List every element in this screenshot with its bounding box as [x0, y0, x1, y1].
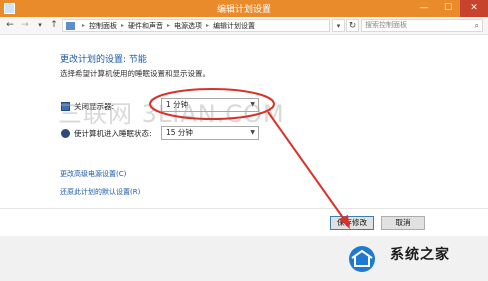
breadcrumb-separator-icon: ▸ [206, 22, 210, 29]
back-button[interactable]: ← [4, 19, 16, 31]
recent-locations-button[interactable]: ▾ [34, 19, 46, 31]
breadcrumb[interactable]: ▸ 控制面板 ▸ 硬件和声音 ▸ 电源选项 ▸ 编辑计划设置 [62, 19, 330, 32]
minimize-button[interactable]: — [412, 0, 436, 17]
sleep-label: 使计算机进入睡眠状态: [74, 129, 152, 138]
logo-text: 系统之家 [390, 247, 450, 263]
search-input[interactable]: 搜索控制面板 ⌕ [361, 19, 483, 32]
address-dropdown-button[interactable]: ▾ [332, 19, 345, 32]
watermark: 三联网 3LIAN.COM [58, 100, 285, 128]
maximize-button[interactable]: ☐ [436, 0, 460, 17]
address-bar: ← → ▾ ↑ ▸ 控制面板 ▸ 硬件和声音 ▸ 电源选项 ▸ 编辑计划设置 ▾… [0, 17, 488, 35]
restore-defaults-link[interactable]: 还原此计划的默认设置(R) [60, 187, 140, 197]
forward-button[interactable]: → [19, 19, 31, 31]
breadcrumb-item[interactable]: 编辑计划设置 [213, 21, 255, 31]
close-button[interactable]: ✕ [460, 0, 488, 17]
sleep-moon-icon [61, 129, 70, 138]
save-changes-button[interactable]: 保存修改 [330, 216, 374, 230]
breadcrumb-item[interactable]: 控制面板 [89, 21, 117, 31]
breadcrumb-item[interactable]: 电源选项 [174, 21, 202, 31]
page-subtitle: 选择希望计算机使用的睡眠设置和显示设置。 [60, 69, 210, 78]
search-placeholder: 搜索控制面板 [365, 21, 407, 29]
breadcrumb-separator-icon: ▸ [82, 22, 86, 29]
footer-divider [0, 208, 488, 209]
title-bar: 编辑计划设置 — ☐ ✕ [0, 0, 488, 17]
control-panel-icon [66, 21, 75, 30]
breadcrumb-item[interactable]: 硬件和声音 [128, 21, 163, 31]
up-button[interactable]: ↑ [48, 19, 60, 31]
advanced-power-settings-link[interactable]: 更改高级电源设置(C) [60, 169, 126, 179]
sleep-value: 15 分钟 [166, 128, 193, 137]
cancel-button[interactable]: 取消 [381, 216, 425, 230]
breadcrumb-separator-icon: ▸ [167, 22, 171, 29]
refresh-button[interactable]: ↻ [346, 19, 359, 32]
page-title: 更改计划的设置: 节能 [60, 55, 147, 65]
breadcrumb-separator-icon: ▸ [121, 22, 125, 29]
search-icon[interactable]: ⌕ [475, 20, 479, 31]
